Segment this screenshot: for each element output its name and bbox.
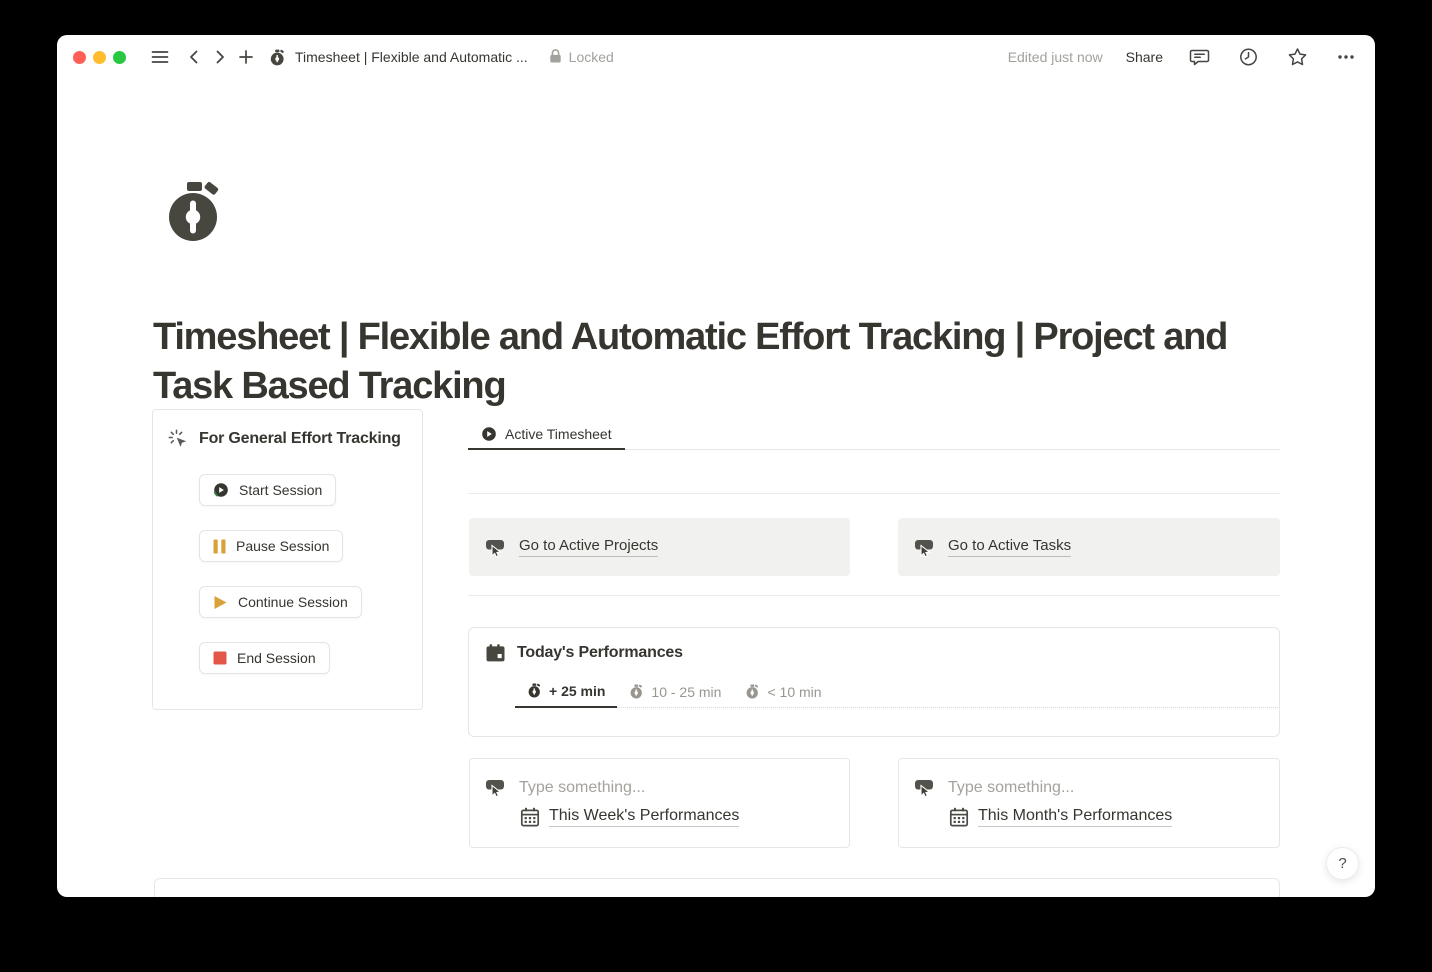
type-something-placeholder: Type something... [519, 779, 645, 797]
tab-10-to-25-min-label: 10 - 25 min [651, 684, 721, 700]
active-timesheet-label: Active Timesheet [505, 426, 612, 442]
titlebar: Timesheet | Flexible and Automatic ... L… [57, 35, 1375, 79]
stopwatch-icon [745, 684, 760, 699]
todays-performances-title: Today's Performances [517, 644, 683, 662]
page-title[interactable]: Timesheet | Flexible and Automatic Effor… [153, 313, 1293, 411]
tab-over-25-min[interactable]: + 25 min [515, 675, 617, 708]
new-page-icon[interactable] [233, 44, 259, 70]
calendar-icon [485, 643, 506, 663]
button-click-icon [914, 777, 936, 798]
minimize-window-button[interactable] [93, 51, 106, 64]
duration-tabs: + 25 min 10 - 25 min < 10 min [515, 675, 834, 708]
pause-icon [213, 539, 226, 554]
stopwatch-icon [629, 684, 644, 699]
share-button[interactable]: Share [1126, 49, 1163, 65]
page-stopwatch-icon-large[interactable] [163, 179, 227, 243]
edited-status: Edited just now [1008, 49, 1103, 65]
tab-10-to-25-min[interactable]: 10 - 25 min [617, 675, 733, 708]
tab-under-10-min[interactable]: < 10 min [733, 675, 833, 708]
button-click-icon [485, 777, 507, 798]
help-button[interactable]: ? [1326, 847, 1359, 880]
type-something-button[interactable]: Type something... [914, 777, 1074, 798]
go-to-active-projects-link[interactable]: Go to Active Projects [519, 537, 658, 557]
stopwatch-icon [527, 683, 542, 698]
breadcrumb-title: Timesheet | Flexible and Automatic ... [295, 49, 528, 65]
this-week-link-row: This Week's Performances [520, 807, 739, 827]
notion-window: Timesheet | Flexible and Automatic ... L… [57, 35, 1375, 897]
continue-session-label: Continue Session [238, 594, 348, 610]
calendar-grid-icon [520, 807, 540, 827]
go-to-active-tasks-link[interactable]: Go to Active Tasks [948, 537, 1071, 557]
tab-active-timesheet[interactable]: Active Timesheet [468, 420, 625, 450]
this-month-card: Type something... This Month's Performan… [898, 758, 1280, 848]
titlebar-right: Edited just now Share [1008, 44, 1359, 70]
lock-label: Locked [569, 49, 614, 65]
end-session-button[interactable]: End Session [199, 642, 330, 674]
type-something-button[interactable]: Type something... [485, 777, 645, 798]
stop-icon [213, 651, 227, 665]
this-month-link-row: This Month's Performances [949, 807, 1172, 827]
general-effort-tracking-card: For General Effort Tracking Start Sessio… [152, 409, 423, 710]
pause-session-label: Pause Session [236, 538, 329, 554]
go-to-active-tasks-card[interactable]: Go to Active Tasks [898, 518, 1280, 576]
type-something-placeholder: Type something... [948, 779, 1074, 797]
page-stopwatch-icon [269, 49, 286, 66]
close-window-button[interactable] [73, 51, 86, 64]
section-divider [468, 493, 1280, 494]
sidebar-menu-icon[interactable] [147, 44, 173, 70]
play-circle-icon [213, 482, 229, 498]
tab-under-10-min-label: < 10 min [767, 684, 821, 700]
zoom-window-button[interactable] [113, 51, 126, 64]
favorite-star-icon[interactable] [1284, 44, 1310, 70]
end-session-label: End Session [237, 650, 316, 666]
lock-status[interactable]: Locked [548, 48, 614, 67]
todays-performances-card: Today's Performances + 25 min 10 - 25 mi… [468, 627, 1280, 737]
updates-clock-icon[interactable] [1235, 44, 1261, 70]
pause-session-button[interactable]: Pause Session [199, 530, 343, 562]
calendar-grid-icon [949, 807, 969, 827]
start-session-label: Start Session [239, 482, 322, 498]
button-click-icon [914, 537, 936, 558]
back-icon[interactable] [181, 44, 207, 70]
breadcrumb[interactable]: Timesheet | Flexible and Automatic ... [269, 49, 528, 66]
lock-icon [548, 48, 563, 67]
next-section-card [154, 878, 1280, 897]
general-card-header: For General Effort Tracking [168, 429, 401, 449]
more-ellipsis-icon[interactable] [1333, 44, 1359, 70]
play-icon [213, 595, 228, 610]
start-session-button[interactable]: Start Session [199, 474, 336, 506]
go-to-active-projects-card[interactable]: Go to Active Projects [469, 518, 850, 576]
comments-icon[interactable] [1186, 44, 1212, 70]
section-divider [468, 595, 1280, 596]
forward-icon[interactable] [207, 44, 233, 70]
continue-session-button[interactable]: Continue Session [199, 586, 362, 618]
button-click-icon [485, 537, 507, 558]
this-week-card: Type something... This Week's Performanc… [469, 758, 850, 848]
tab-over-25-min-label: + 25 min [549, 683, 605, 699]
general-card-title: For General Effort Tracking [199, 430, 401, 448]
titlebar-left: Timesheet | Flexible and Automatic ... L… [73, 44, 614, 70]
this-month-performances-link[interactable]: This Month's Performances [978, 807, 1172, 827]
cursor-click-icon [168, 429, 189, 449]
this-week-performances-link[interactable]: This Week's Performances [549, 807, 739, 827]
play-circle-icon [481, 426, 497, 442]
todays-performances-header: Today's Performances [485, 643, 683, 663]
